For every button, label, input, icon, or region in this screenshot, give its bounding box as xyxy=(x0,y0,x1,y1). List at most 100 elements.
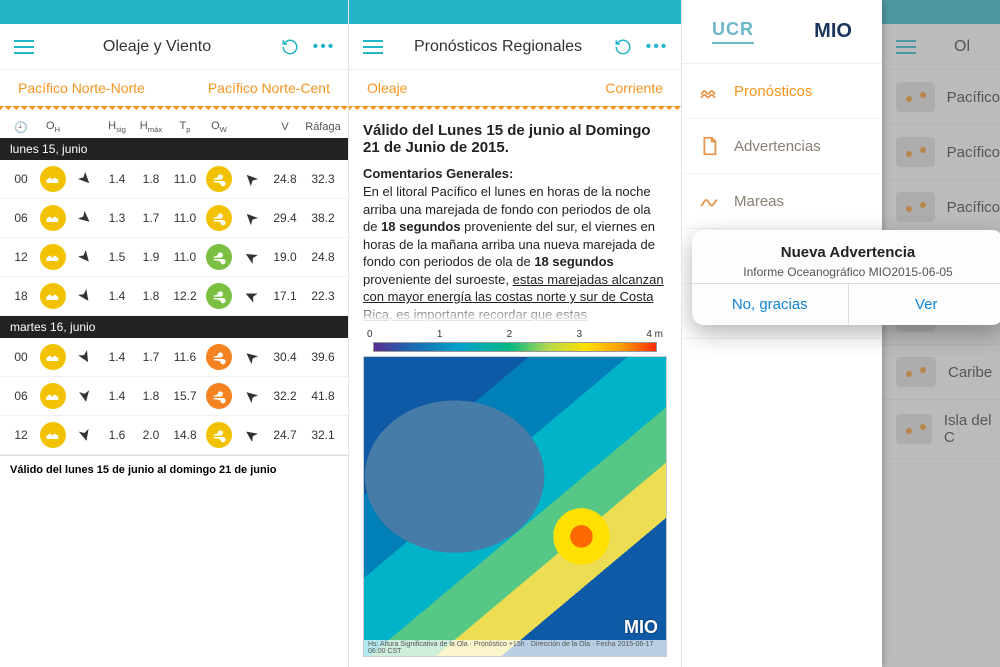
tab-pacifico-norte-norte[interactable]: Pacífico Norte-Norte xyxy=(10,80,174,96)
cell-hsig: 1.3 xyxy=(100,211,134,225)
forecast-row[interactable]: 00➤1.41.711.6➤30.439.6 xyxy=(0,338,348,377)
direction-arrow-icon: ➤ xyxy=(233,379,269,414)
forecast-row[interactable]: 00➤1.41.811.0➤24.832.3 xyxy=(0,160,348,199)
cell-v: 30.4 xyxy=(266,350,304,364)
cell-v: 29.4 xyxy=(266,211,304,225)
scale-tick: 3 xyxy=(576,329,582,340)
cell-v: 24.8 xyxy=(266,172,304,186)
drawer-item-tide[interactable]: Mareas xyxy=(682,174,882,229)
forecast-body: En el litoral Pacífico el lunes en horas… xyxy=(363,183,667,323)
navbar: Pronósticos Regionales ••• xyxy=(349,24,681,70)
refresh-button[interactable] xyxy=(276,33,304,61)
direction-arrow-icon: ➤ xyxy=(233,340,269,375)
cell-hour: 18 xyxy=(6,289,36,303)
forecast-row[interactable]: 06➤1.31.711.0➤29.438.2 xyxy=(0,199,348,238)
color-scale: 01234 m xyxy=(363,329,667,340)
cell-hmax: 1.8 xyxy=(134,389,168,403)
direction-arrow-icon: ➤ xyxy=(233,281,269,312)
alert-title: Nueva Advertencia xyxy=(706,244,990,261)
cell-v: 32.2 xyxy=(266,389,304,403)
col-v: V xyxy=(266,121,304,133)
col-rafaga: Ráfaga xyxy=(304,121,342,133)
cell-hsig: 1.4 xyxy=(100,389,134,403)
drawer-item-doc[interactable]: Advertencias xyxy=(682,119,882,174)
alert-yes-button[interactable]: Ver xyxy=(849,284,1000,325)
more-button[interactable]: ••• xyxy=(643,33,671,61)
direction-arrow-icon: ➤ xyxy=(69,339,101,375)
cell-hmax: 1.9 xyxy=(134,250,168,264)
region-tabs: Pacífico Norte-Norte Pacífico Norte-Cent xyxy=(0,70,348,106)
tab-pacifico-norte-centro[interactable]: Pacífico Norte-Cent xyxy=(174,80,338,96)
col-tp: Tp xyxy=(168,120,202,134)
direction-arrow-icon: ➤ xyxy=(71,418,98,452)
refresh-button[interactable] xyxy=(609,33,637,61)
menu-button[interactable] xyxy=(10,33,38,61)
cell-tp: 14.8 xyxy=(168,428,202,442)
forecast-type-tabs: Oleaje Corriente xyxy=(349,70,681,106)
forecast-table: lunes 15, junio00➤1.41.811.0➤24.832.306➤… xyxy=(0,138,348,455)
drawer-item-waves[interactable]: Pronósticos xyxy=(682,64,882,119)
alert-dialog: Nueva Advertencia Informe Oceanográfico … xyxy=(692,230,1000,325)
dots-icon: ••• xyxy=(646,38,669,56)
cell-hsig: 1.6 xyxy=(100,428,134,442)
forecast-row[interactable]: 18➤1.41.812.2➤17.122.3 xyxy=(0,277,348,316)
cell-hsig: 1.4 xyxy=(100,172,134,186)
tide-icon xyxy=(698,190,720,212)
cell-gust: 24.8 xyxy=(304,250,342,264)
cell-hsig: 1.4 xyxy=(100,289,134,303)
menu-button[interactable] xyxy=(359,33,387,61)
alert-no-button[interactable]: No, gracias xyxy=(692,284,849,325)
scale-tick: 0 xyxy=(367,329,373,340)
doc-icon xyxy=(698,135,720,157)
cell-tp: 12.2 xyxy=(168,289,202,303)
forecast-row[interactable]: 06➤1.41.815.7➤32.241.8 xyxy=(0,377,348,416)
wind-icon xyxy=(206,166,232,192)
wind-icon xyxy=(206,383,232,409)
screen-drawer-alert: Ol PacíficoPacíficoPacíficontarenPacífic… xyxy=(682,0,1000,667)
page-title: Oleaje y Viento xyxy=(103,38,211,56)
cell-hmax: 1.7 xyxy=(134,211,168,225)
direction-arrow-icon: ➤ xyxy=(68,278,102,314)
wave-icon xyxy=(40,244,66,270)
tab-corriente[interactable]: Corriente xyxy=(515,80,671,96)
cell-gust: 38.2 xyxy=(304,211,342,225)
cell-hour: 00 xyxy=(6,350,36,364)
cell-tp: 11.0 xyxy=(168,172,202,186)
direction-arrow-icon: ➤ xyxy=(73,380,98,413)
cell-tp: 11.6 xyxy=(168,350,202,364)
wind-icon xyxy=(206,205,232,231)
wave-height-map[interactable]: MIO Hs: Altura Significativa de la Ola ·… xyxy=(363,356,667,657)
cell-gust: 32.1 xyxy=(304,428,342,442)
day-header: martes 16, junio xyxy=(0,316,348,338)
direction-arrow-icon: ➤ xyxy=(67,201,103,236)
table-header: 🕘 OH Hsig Hmáx Tp OW V Ráfaga xyxy=(0,112,348,138)
cell-hsig: 1.5 xyxy=(100,250,134,264)
direction-arrow-icon: ➤ xyxy=(67,162,102,197)
wave-icon xyxy=(40,166,66,192)
wave-icon xyxy=(40,283,66,309)
wave-icon xyxy=(40,422,66,448)
wave-icon xyxy=(40,344,66,370)
drawer-item-label: Advertencias xyxy=(734,138,821,155)
cell-gust: 22.3 xyxy=(304,289,342,303)
forecast-row[interactable]: 12➤1.62.014.8➤24.732.1 xyxy=(0,416,348,455)
screen-pronosticos-regionales: Pronósticos Regionales ••• Oleaje Corrie… xyxy=(349,0,682,667)
col-hmax: Hmáx xyxy=(134,120,168,134)
hamburger-icon xyxy=(363,40,383,54)
drawer-brand: UCR MIO xyxy=(682,0,882,64)
col-clock-icon: 🕘 xyxy=(6,121,36,134)
cell-tp: 11.0 xyxy=(168,211,202,225)
tab-oleaje[interactable]: Oleaje xyxy=(359,80,515,96)
cell-v: 24.7 xyxy=(266,428,304,442)
more-button[interactable]: ••• xyxy=(310,33,338,61)
drawer-item-label: Pronósticos xyxy=(734,83,812,100)
map-mio-badge: MIO xyxy=(624,617,658,638)
ucr-logo: UCR xyxy=(712,19,754,44)
mio-logo: MIO xyxy=(814,20,852,43)
forecast-row[interactable]: 12➤1.51.911.0➤19.024.8 xyxy=(0,238,348,277)
waves-icon xyxy=(698,80,720,102)
cell-hour: 06 xyxy=(6,389,36,403)
col-hsig: Hsig xyxy=(100,120,134,134)
cell-hour: 00 xyxy=(6,172,36,186)
cell-tp: 11.0 xyxy=(168,250,202,264)
